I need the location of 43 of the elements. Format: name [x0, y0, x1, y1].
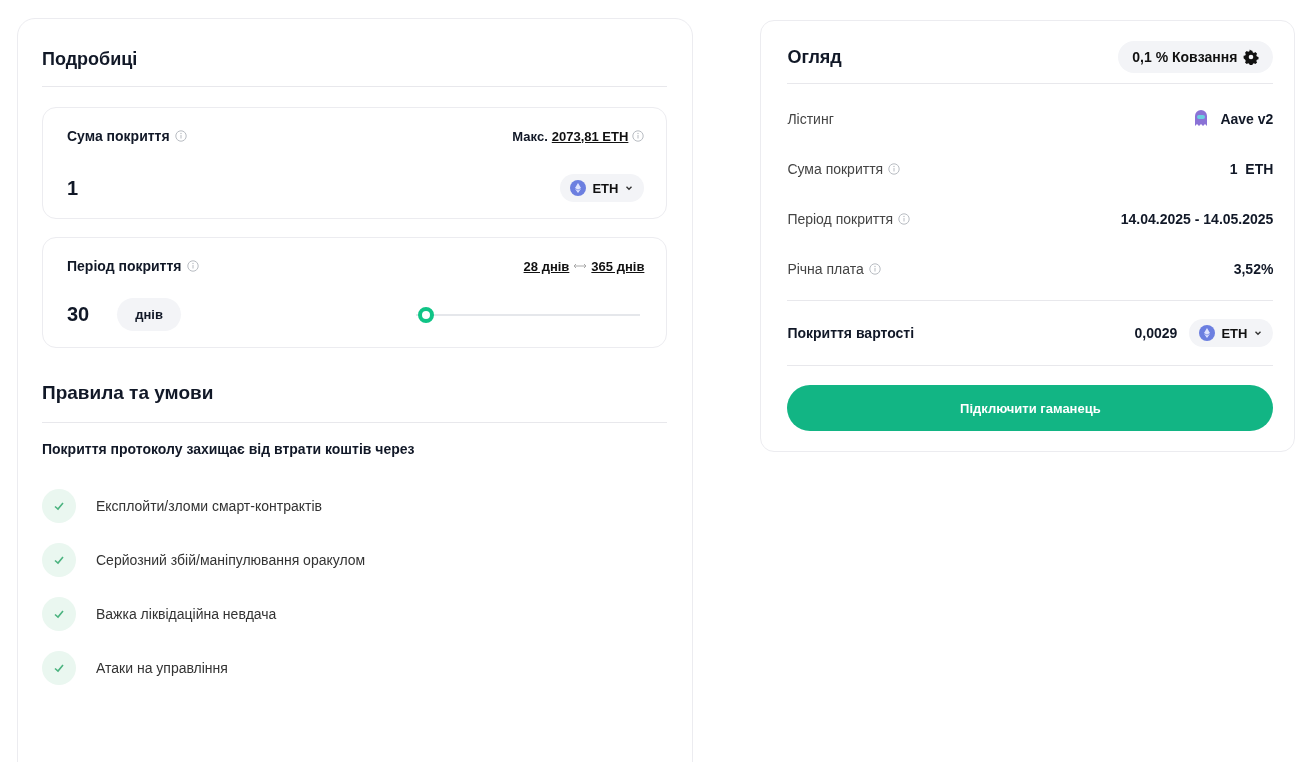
ethereum-icon	[1199, 325, 1216, 341]
max-days-link[interactable]: 365 днів	[591, 258, 645, 274]
coverage-item: Важка ліквідаційна невдача	[96, 606, 277, 622]
unit-label: днів	[117, 298, 181, 331]
period-slider[interactable]	[416, 306, 641, 323]
info-icon[interactable]	[632, 130, 645, 142]
ghost-icon	[1194, 109, 1209, 129]
range-arrow-icon	[573, 262, 588, 270]
row-value: 1 ETH	[1229, 161, 1274, 177]
field-label: Сума покриття	[67, 128, 170, 144]
info-icon[interactable]	[174, 130, 187, 142]
slippage-button[interactable]: 0,1 % Ковзання	[1118, 41, 1274, 73]
row-label: Сума покриття	[787, 161, 884, 177]
min-days-link[interactable]: 28 днів	[523, 258, 570, 274]
token-selector[interactable]: ETH	[1189, 319, 1274, 347]
row-value: Aave v2	[1220, 111, 1274, 127]
field-label: Період покриття	[67, 258, 182, 274]
coverage-item: Експлойти/зломи смарт-контрактів	[96, 498, 322, 514]
intro-text: Покриття протоколу захищає від втрати коштів через	[42, 441, 416, 457]
info-icon[interactable]	[888, 163, 901, 175]
coverage-item: Серйозний збій/маніпулювання оракулом	[96, 552, 366, 568]
row-label: Період покриття	[787, 211, 894, 227]
row-label: Лістинг	[787, 111, 834, 127]
section-title: Правила та умови	[42, 382, 668, 423]
cost-label: Покриття вартості	[787, 325, 915, 341]
row-label: Річна плата	[787, 261, 864, 277]
ethereum-icon	[570, 180, 587, 196]
period-value[interactable]: 30	[67, 303, 90, 326]
section-title: Огляд	[787, 46, 842, 68]
info-icon[interactable]	[186, 260, 199, 272]
amount-value[interactable]: 1	[67, 176, 79, 200]
max-value-link[interactable]: 2073,81 ETH	[551, 128, 629, 144]
row-value: 3,52%	[1233, 261, 1274, 277]
settings-icon	[1243, 49, 1260, 65]
cost-value: 0,0029	[1134, 325, 1178, 341]
info-icon[interactable]	[898, 213, 911, 225]
section-title: Подробиці	[42, 49, 138, 70]
info-icon[interactable]	[868, 263, 881, 275]
slider-thumb[interactable]	[418, 306, 435, 323]
coverage-item: Атаки на управління	[96, 660, 228, 676]
max-label: Макс.	[512, 128, 548, 144]
token-selector[interactable]: ETH	[560, 174, 645, 202]
row-value: 14.04.2025 - 14.05.2025	[1120, 211, 1274, 227]
